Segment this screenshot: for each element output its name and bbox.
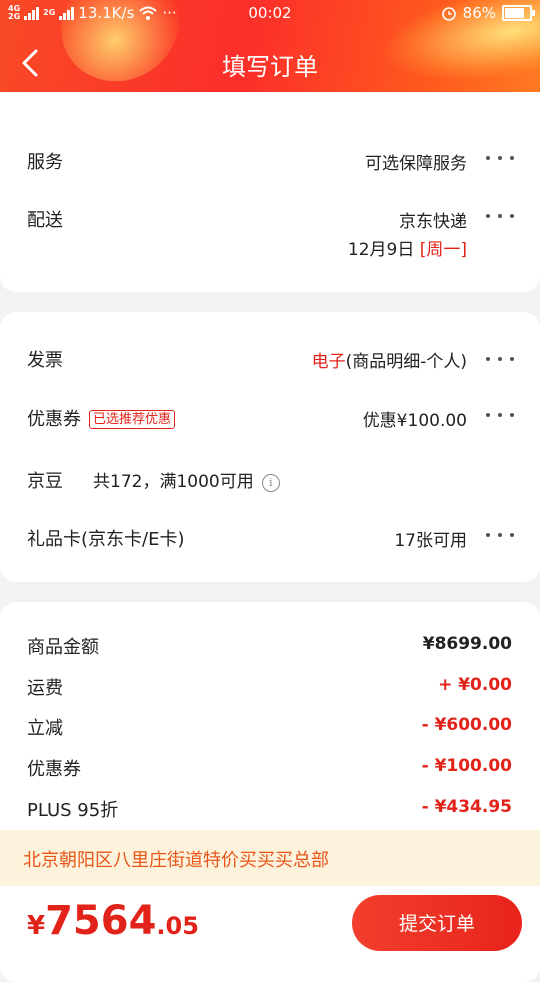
- delivery-card: 服务 可选保障服务 配送 京东快递 12月9日 [周一]: [0, 92, 540, 292]
- shipping-weekday: [周一]: [419, 240, 467, 260]
- beans-info: 共172，满1000可用 i: [93, 467, 280, 492]
- battery-icon: [502, 5, 535, 21]
- recommended-coupon-badge: 已选推荐优惠: [89, 410, 176, 429]
- page-title: 填写订单: [222, 53, 318, 81]
- more-icon[interactable]: [486, 531, 514, 539]
- giftcard-value: 17张可用: [394, 531, 467, 551]
- freight-label: 运费: [27, 678, 63, 699]
- coupon-label: 优惠券 已选推荐优惠: [27, 405, 176, 431]
- header-bar: 4G 2G 2G 13.1K/s ··· 00:02 86% 填写订单: [0, 0, 540, 100]
- goods-amount-label: 商品金额: [27, 637, 99, 658]
- status-right: 86%: [441, 4, 535, 22]
- total-integer: 7564: [45, 898, 157, 944]
- plus-discount-value: - ¥434.95: [421, 797, 512, 817]
- service-value: 可选保障服务: [365, 154, 467, 174]
- address-notice: 北京朝阳区八里庄街道特价买买买总部: [0, 830, 540, 886]
- shipping-date: 12月9日 [周一]: [347, 240, 467, 260]
- submit-order-button[interactable]: 提交订单: [352, 895, 522, 951]
- currency-symbol: ¥: [27, 911, 46, 941]
- plus-discount-label: PLUS 95折: [27, 800, 119, 821]
- more-icon[interactable]: [486, 411, 514, 419]
- total-price: ¥7564.05: [27, 898, 199, 944]
- invoice-value: 电子(商品明细-个人): [311, 352, 467, 372]
- coupon-deduct-label: 优惠券: [27, 759, 81, 780]
- checkout-bar: ¥7564.05 提交订单: [0, 886, 540, 960]
- shipping-label: 配送: [27, 210, 63, 231]
- giftcard-label: 礼品卡(京东卡/E卡): [27, 529, 185, 550]
- coupon-deduct-value: - ¥100.00: [421, 756, 512, 776]
- coupon-value: 优惠¥100.00: [362, 411, 467, 431]
- freight-value: + ¥0.00: [438, 675, 512, 695]
- battery-level: [505, 8, 524, 18]
- more-icon[interactable]: [486, 154, 514, 162]
- invoice-label: 发票: [27, 350, 63, 371]
- service-label: 服务: [27, 152, 63, 173]
- info-icon[interactable]: i: [261, 474, 280, 492]
- more-icon[interactable]: [486, 355, 514, 363]
- discount-value: - ¥600.00: [421, 715, 512, 735]
- discount-label: 立减: [27, 718, 63, 739]
- battery-percent: 86%: [462, 4, 496, 22]
- shipping-method: 京东快递: [399, 212, 467, 232]
- payment-options-card: 发票 电子(商品明细-个人) 优惠券 已选推荐优惠 优惠¥100.00 京豆 共1…: [0, 312, 540, 582]
- total-decimal: .05: [156, 912, 199, 940]
- address-notice-text: 北京朝阳区八里庄街道特价买买买总部: [23, 850, 329, 871]
- alarm-icon: [441, 7, 456, 21]
- goods-amount-value: ¥8699.00: [422, 634, 512, 654]
- more-icon[interactable]: [486, 212, 514, 220]
- beans-label: 京豆: [27, 471, 63, 492]
- status-bar: 4G 2G 2G 13.1K/s ··· 00:02 86%: [0, 0, 540, 28]
